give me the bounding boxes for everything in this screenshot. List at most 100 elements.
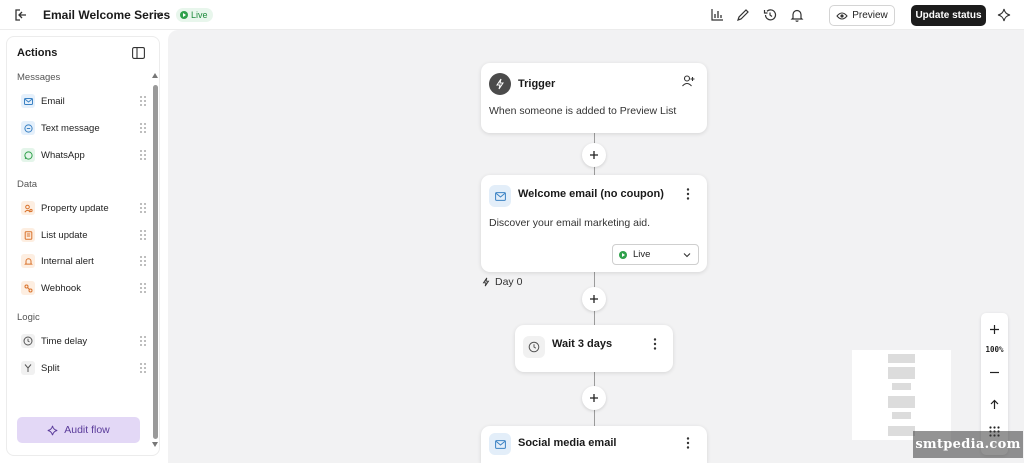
sidebar-item-whatsapp[interactable]: WhatsApp	[21, 146, 151, 164]
list-icon	[21, 228, 35, 242]
webhook-icon	[21, 281, 35, 295]
lightning-icon	[482, 277, 490, 287]
clock-icon	[523, 336, 545, 358]
plus-icon	[590, 295, 598, 303]
email-status-select[interactable]: Live	[612, 244, 699, 265]
sidebar-item-label: WhatsApp	[41, 149, 85, 161]
actions-sidebar: Actions Messages Email Text message What…	[6, 36, 160, 456]
drag-handle-icon[interactable]	[139, 202, 147, 214]
email-card[interactable]: Welcome email (no coupon) Discover your …	[481, 175, 707, 272]
clock-icon	[21, 334, 35, 348]
bell-icon[interactable]	[789, 7, 805, 23]
sidebar-item-label: Property update	[41, 202, 109, 214]
more-options-icon[interactable]	[653, 338, 657, 350]
trigger-title: Trigger	[518, 78, 556, 90]
drag-handle-icon[interactable]	[139, 362, 147, 374]
email-card-title: Social media email	[518, 437, 617, 449]
minimap-node	[888, 367, 915, 379]
chevron-down-icon	[683, 253, 691, 258]
play-icon	[619, 250, 627, 259]
trigger-description: When someone is added to Preview List	[489, 105, 677, 117]
more-options-icon[interactable]	[686, 188, 690, 200]
scroll-down-arrow-icon[interactable]	[152, 442, 158, 447]
flow-title[interactable]: Email Welcome Series	[43, 8, 170, 22]
section-messages: Messages	[17, 72, 61, 83]
minimap-node	[892, 383, 911, 390]
minimap[interactable]	[852, 350, 951, 440]
audit-flow-label: Audit flow	[64, 424, 110, 436]
email-status-value: Live	[633, 249, 651, 260]
drag-handle-icon[interactable]	[139, 122, 147, 134]
minimap-node	[888, 354, 915, 363]
zoom-out-icon[interactable]	[987, 365, 1002, 380]
sidebar-item-email[interactable]: Email	[21, 92, 151, 110]
arrow-up-icon[interactable]	[987, 397, 1002, 412]
scroll-up-arrow-icon[interactable]	[152, 73, 158, 78]
zoom-in-icon[interactable]	[987, 322, 1002, 337]
top-bar: Email Welcome Series Live Preview Update…	[0, 0, 1024, 30]
bell-icon	[21, 254, 35, 268]
split-icon	[21, 361, 35, 375]
sidebar-item-label: Email	[41, 95, 65, 107]
minimap-node	[892, 412, 911, 419]
mail-icon	[489, 185, 511, 207]
time-delay-card[interactable]: Wait 3 days	[515, 325, 673, 372]
sidebar-item-label: Internal alert	[41, 255, 94, 267]
sparkle-icon[interactable]	[997, 8, 1011, 22]
sidebar-item-label: List update	[41, 229, 88, 241]
watermark: smtpedia.com	[913, 431, 1023, 458]
email-card[interactable]: Social media email	[481, 426, 707, 463]
sms-icon	[21, 121, 35, 135]
analytics-icon[interactable]	[709, 7, 725, 23]
drag-handle-icon[interactable]	[139, 95, 147, 107]
add-step-button[interactable]	[582, 386, 606, 410]
preview-label: Preview	[852, 10, 888, 21]
plus-icon	[590, 394, 598, 402]
history-icon[interactable]	[762, 7, 778, 23]
more-options-icon[interactable]	[686, 437, 690, 449]
audit-flow-button[interactable]: Audit flow	[17, 417, 140, 443]
section-data: Data	[17, 179, 38, 190]
chevron-down-icon[interactable]	[155, 10, 164, 19]
play-icon	[180, 11, 188, 19]
sidebar-item-label: Split	[41, 362, 60, 374]
drag-handle-icon[interactable]	[139, 149, 147, 161]
sidebar-title: Actions	[17, 47, 58, 59]
minimap-node	[888, 426, 915, 436]
add-step-button[interactable]	[582, 143, 606, 167]
lightning-icon	[489, 73, 511, 95]
sidebar-item-time-delay[interactable]: Time delay	[21, 332, 151, 350]
pencil-icon[interactable]	[735, 7, 751, 23]
drag-handle-icon[interactable]	[139, 255, 147, 267]
add-user-icon[interactable]	[681, 74, 695, 88]
sidebar-item-internal-alert[interactable]: Internal alert	[21, 252, 151, 270]
whatsapp-icon	[21, 148, 35, 162]
plus-icon	[590, 151, 598, 159]
day-marker: Day 0	[481, 276, 522, 288]
sidebar-item-split[interactable]: Split	[21, 359, 151, 377]
drag-handle-icon[interactable]	[139, 282, 147, 294]
sidebar-item-text-message[interactable]: Text message	[21, 119, 151, 137]
sparkle-icon	[47, 425, 58, 435]
sidebar-scrollbar[interactable]	[153, 85, 158, 439]
update-status-button[interactable]: Update status	[911, 5, 986, 26]
exit-icon[interactable]	[14, 8, 28, 22]
sidebar-item-webhook[interactable]: Webhook	[21, 279, 151, 297]
section-logic: Logic	[17, 312, 40, 323]
drag-handle-icon[interactable]	[139, 229, 147, 241]
add-step-button[interactable]	[582, 287, 606, 311]
sidebar-toggle-icon[interactable]	[132, 47, 145, 59]
sidebar-item-list-update[interactable]: List update	[21, 226, 151, 244]
mail-icon	[21, 94, 35, 108]
email-card-preview: Discover your email marketing aid.	[489, 217, 651, 229]
drag-handle-icon[interactable]	[139, 335, 147, 347]
day-marker-label: Day 0	[495, 276, 523, 288]
sidebar-item-label: Time delay	[41, 335, 88, 347]
preview-button[interactable]: Preview	[829, 5, 895, 26]
status-badge: Live	[176, 8, 213, 22]
status-badge-label: Live	[191, 10, 208, 20]
eye-icon	[836, 12, 848, 19]
minimap-node	[888, 396, 915, 408]
sidebar-item-property-update[interactable]: Property update	[21, 199, 151, 217]
trigger-card[interactable]: Trigger When someone is added to Preview…	[481, 63, 707, 133]
